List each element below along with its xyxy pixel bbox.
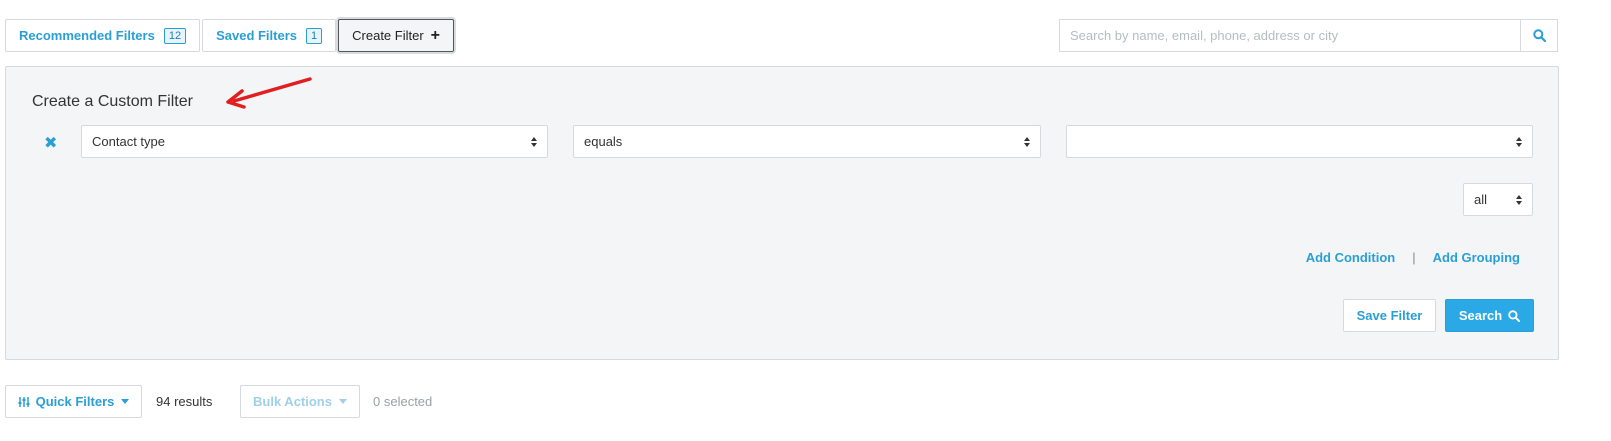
panel-title: Create a Custom Filter: [32, 93, 193, 110]
tab-create-label: Create Filter: [352, 28, 424, 43]
link-separator: |: [1412, 250, 1416, 265]
tab-create-filter[interactable]: Create Filter +: [338, 19, 455, 52]
search-submit-button[interactable]: [1520, 19, 1558, 52]
chevron-down-icon: [338, 399, 347, 404]
search-icon: [1532, 29, 1546, 42]
results-count: 94 results: [156, 394, 213, 409]
chevron-down-icon: [121, 399, 130, 404]
save-filter-button[interactable]: Save Filter: [1343, 299, 1436, 332]
tab-saved-label: Saved Filters: [216, 28, 298, 43]
tab-saved-filters[interactable]: Saved Filters 1: [202, 19, 337, 52]
quick-filters-label: Quick Filters: [35, 394, 115, 409]
bulk-actions-label: Bulk Actions: [253, 394, 332, 409]
select-caret-icon: [1024, 137, 1030, 147]
condition-operator-value: equals: [584, 134, 623, 149]
add-condition-link[interactable]: Add Condition: [1306, 250, 1396, 265]
plus-icon: +: [430, 27, 441, 44]
filter-tabs: Recommended Filters 12 Saved Filters 1 C…: [5, 19, 456, 52]
search-icon: [1508, 309, 1521, 322]
search-button[interactable]: Search: [1445, 299, 1534, 332]
save-filter-label: Save Filter: [1356, 308, 1423, 323]
tab-recommended-filters[interactable]: Recommended Filters 12: [5, 19, 201, 52]
condition-field-value: Contact type: [92, 134, 165, 149]
select-caret-icon: [531, 137, 537, 147]
custom-filter-panel: Create a Custom Filter ✖ Contact type eq…: [5, 66, 1559, 360]
condition-value-select[interactable]: [1066, 125, 1533, 158]
search-button-label: Search: [1458, 308, 1503, 323]
remove-condition-icon[interactable]: ✖: [44, 133, 57, 153]
match-type-select[interactable]: all: [1463, 183, 1533, 216]
condition-field-select[interactable]: Contact type: [81, 125, 548, 158]
selected-count: 0 selected: [373, 394, 433, 409]
contact-search: [1059, 19, 1558, 52]
tab-recommended-label: Recommended Filters: [19, 28, 155, 43]
bulk-actions-button[interactable]: Bulk Actions: [240, 385, 360, 418]
select-caret-icon: [1516, 195, 1522, 205]
quick-filters-button[interactable]: Quick Filters: [5, 385, 142, 418]
select-caret-icon: [1516, 137, 1522, 147]
saved-count-badge: 1: [306, 27, 323, 44]
sliders-icon: [18, 396, 30, 407]
condition-operator-select[interactable]: equals: [573, 125, 1041, 158]
condition-actions: Add Condition | Add Grouping: [1306, 250, 1520, 265]
add-grouping-link[interactable]: Add Grouping: [1433, 250, 1520, 265]
search-input[interactable]: [1059, 19, 1520, 52]
annotation-arrow-icon: [226, 77, 312, 109]
recommended-count-badge: 12: [163, 27, 187, 44]
match-type-value: all: [1474, 192, 1488, 207]
